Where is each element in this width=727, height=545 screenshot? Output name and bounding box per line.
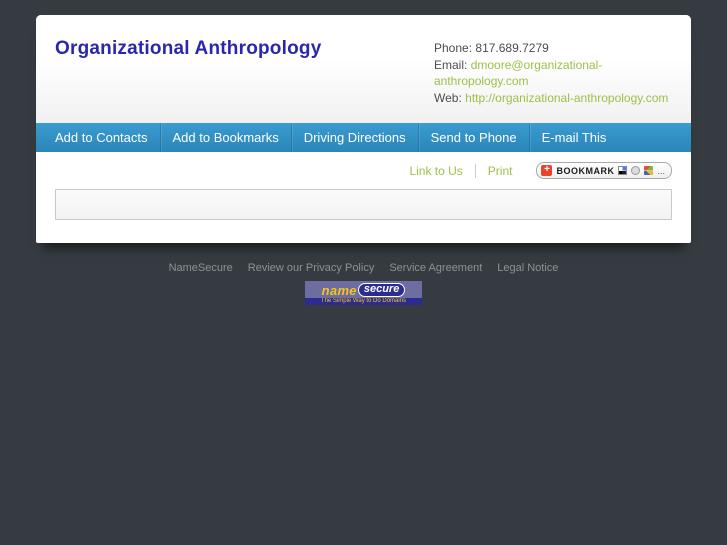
business-card: Organizational Anthropology Phone: 817.6… (36, 15, 691, 243)
secondary-actions-row: Link to Us Print + BOOKMARK ... (36, 152, 691, 189)
bookmark-more-ellipsis: ... (657, 165, 665, 176)
namesecure-logo[interactable]: name secure The Simple Way to Do Domains (305, 281, 422, 305)
nav-item-label: Send to Phone (430, 130, 517, 145)
footer-item: Legal Notice (497, 258, 558, 276)
digg-icon (631, 166, 641, 175)
footer-link-namesecure[interactable]: NameSecure (169, 262, 233, 274)
logo-name-text: name (321, 282, 357, 298)
page-title: Organizational Anthropology (55, 38, 322, 59)
divider (474, 163, 476, 178)
delicious-icon (618, 166, 628, 175)
contact-info: Phone: 817.689.7279 Email: dmoore@organi… (434, 32, 672, 123)
nav-email-this[interactable]: E-mail This (528, 123, 619, 152)
empty-content-box (55, 189, 672, 220)
bookmark-label: BOOKMARK (556, 165, 615, 176)
phone-label: Phone: (434, 41, 473, 55)
nav-item-label: Add to Bookmarks (172, 130, 279, 145)
nav-item-label: E-mail This (541, 130, 607, 145)
print-link[interactable]: Print (488, 164, 513, 178)
footer-item: Review our Privacy Policy (248, 258, 375, 276)
footer-link-legal-notice[interactable]: Legal Notice (497, 262, 558, 274)
nav-add-to-contacts[interactable]: Add to Contacts (43, 123, 160, 152)
action-nav-bar: Add to Contacts Add to Bookmarks Driving… (36, 123, 691, 152)
footer: NameSecure Review our Privacy Policy Ser… (0, 258, 727, 305)
addthis-plus-icon: + (541, 165, 553, 176)
nav-item-label: Add to Contacts (55, 130, 148, 145)
footer-link-service-agreement[interactable]: Service Agreement (389, 262, 482, 274)
website-link[interactable]: http://organizational-anthropology.com (465, 91, 668, 105)
web-label: Web: (434, 90, 462, 105)
phone-value: 817.689.7279 (475, 41, 549, 55)
nav-item-label: Driving Directions (303, 130, 406, 145)
email-label: Email: (434, 57, 468, 72)
logo-tagline: The Simple Way to Do Domains (305, 298, 422, 305)
footer-links: NameSecure Review our Privacy Policy Ser… (0, 258, 727, 276)
nav-driving-directions[interactable]: Driving Directions (290, 123, 418, 152)
footer-item: NameSecure (169, 258, 233, 276)
logo-secure-badge: secure (357, 283, 406, 297)
footer-link-privacy-policy[interactable]: Review our Privacy Policy (248, 262, 375, 274)
link-to-us-link[interactable]: Link to Us (409, 164, 462, 178)
namesecure-logo-wordmark: name secure (305, 281, 422, 298)
card-header: Organizational Anthropology Phone: 817.6… (36, 15, 691, 123)
footer-item: Service Agreement (389, 258, 482, 276)
nav-send-to-phone[interactable]: Send to Phone (417, 123, 529, 152)
nav-add-to-bookmarks[interactable]: Add to Bookmarks (159, 123, 291, 152)
msn-icon (644, 166, 654, 175)
bookmark-widget-button[interactable]: + BOOKMARK ... (536, 162, 672, 179)
